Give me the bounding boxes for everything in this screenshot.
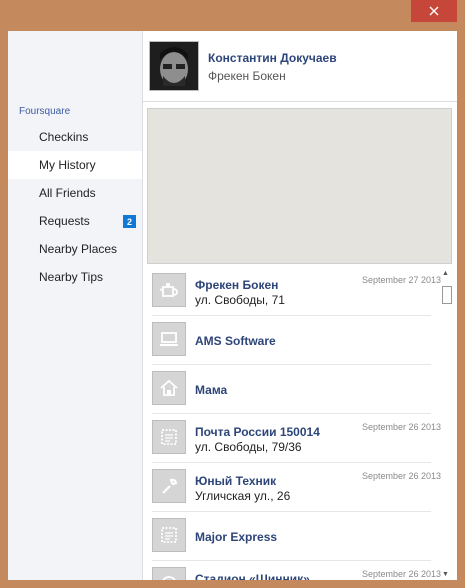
sidebar-item-label: Requests bbox=[39, 214, 90, 228]
checkin-date: September 26 2013 bbox=[361, 422, 441, 432]
avatar[interactable] bbox=[149, 41, 199, 91]
sidebar-item-my-history[interactable]: My History bbox=[8, 151, 142, 179]
sidebar-item-checkins[interactable]: Checkins bbox=[8, 123, 142, 151]
scroll-up-arrow-icon[interactable]: ▲ bbox=[442, 270, 449, 277]
history-scrollbar[interactable]: ▲ ▼ bbox=[440, 268, 454, 580]
checkin-date: September 26 2013 bbox=[361, 471, 441, 481]
close-icon bbox=[429, 6, 439, 16]
requests-count-badge: 2 bbox=[123, 215, 136, 228]
checkin-date: September 26 2013 bbox=[361, 569, 441, 579]
place-name: Мама bbox=[195, 383, 228, 397]
home-icon bbox=[152, 371, 186, 405]
scroll-thumb[interactable] bbox=[442, 286, 452, 304]
sidebar-item-nearby-places[interactable]: Nearby Places bbox=[8, 235, 142, 263]
list-item[interactable]: Major Express bbox=[152, 513, 431, 561]
profile-name[interactable]: Константин Докучаев bbox=[208, 51, 337, 65]
checkin-date: September 27 2013 bbox=[361, 275, 441, 285]
nav-list: Checkins My History All Friends Requests… bbox=[8, 123, 142, 291]
place-name: Стадион «Шинник» bbox=[195, 572, 310, 580]
sidebar-item-nearby-tips[interactable]: Nearby Tips bbox=[8, 263, 142, 291]
avatar-photo bbox=[150, 42, 198, 90]
list-item[interactable]: Мама bbox=[152, 366, 431, 414]
place-address: Угличская ул., 26 bbox=[195, 489, 291, 503]
list-item[interactable]: Почта России 150014 ул. Свободы, 79/36 S… bbox=[152, 415, 441, 463]
sidebar-item-requests[interactable]: Requests 2 bbox=[8, 207, 142, 235]
app-window: Foursquare Checkins My History All Frien… bbox=[8, 31, 457, 580]
close-button[interactable] bbox=[411, 0, 457, 22]
stamp-icon bbox=[152, 420, 186, 454]
sidebar-item-label: Nearby Places bbox=[39, 242, 118, 256]
scroll-down-arrow-icon[interactable]: ▼ bbox=[442, 571, 449, 578]
sidebar-item-all-friends[interactable]: All Friends bbox=[8, 179, 142, 207]
main-panel: Константин Докучаев Фрекен Бокен Фрекен … bbox=[143, 31, 457, 580]
place-name: Юный Техник bbox=[195, 474, 277, 488]
place-address: ул. Свободы, 71 bbox=[195, 293, 285, 307]
list-item[interactable]: Юный Техник Угличская ул., 26 September … bbox=[152, 464, 441, 512]
place-address: ул. Свободы, 79/36 bbox=[195, 440, 302, 454]
history-list: Фрекен Бокен ул. Свободы, 71 September 2… bbox=[143, 268, 457, 580]
place-name: Фрекен Бокен bbox=[195, 278, 279, 292]
stamp-icon bbox=[152, 518, 186, 552]
sidebar: Foursquare Checkins My History All Frien… bbox=[8, 31, 143, 580]
place-name: Major Express bbox=[195, 530, 278, 544]
place-name: Почта России 150014 bbox=[195, 425, 320, 439]
list-item[interactable]: AMS Software bbox=[152, 317, 431, 365]
laptop-icon bbox=[152, 322, 186, 356]
list-item[interactable]: Фрекен Бокен ул. Свободы, 71 September 2… bbox=[152, 268, 441, 316]
sidebar-item-label: Checkins bbox=[39, 130, 89, 144]
wrench-icon bbox=[152, 469, 186, 503]
map-view[interactable] bbox=[147, 108, 452, 264]
sidebar-item-label: Nearby Tips bbox=[39, 270, 104, 284]
sidebar-item-label: All Friends bbox=[39, 186, 96, 200]
place-name: AMS Software bbox=[195, 334, 276, 348]
list-item[interactable]: Стадион «Шинник» September 26 2013 bbox=[152, 562, 441, 580]
teapot-icon bbox=[152, 273, 186, 307]
sidebar-item-label: My History bbox=[39, 158, 96, 172]
profile-header: Константин Докучаев Фрекен Бокен bbox=[143, 31, 457, 102]
sidebar-title: Foursquare bbox=[19, 106, 71, 117]
stadium-icon bbox=[152, 567, 186, 580]
profile-location: Фрекен Бокен bbox=[208, 69, 286, 83]
